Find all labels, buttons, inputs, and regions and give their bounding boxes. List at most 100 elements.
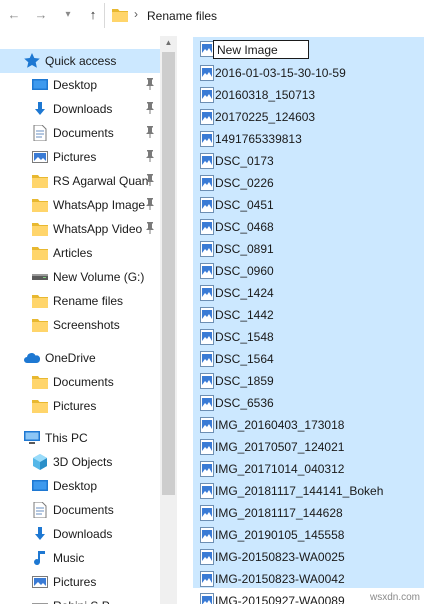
up-arrow-icon[interactable]: ↑: [85, 7, 101, 23]
file-name: 2016-01-03-15-30-10-59: [215, 66, 346, 80]
file-row[interactable]: IMG_20160403_173018: [193, 413, 424, 437]
image-file-icon: [200, 65, 214, 81]
nav-item-screenshots[interactable]: Screenshots: [0, 313, 160, 337]
pin-icon[interactable]: [144, 222, 156, 234]
file-row[interactable]: 20170225_124603: [193, 105, 424, 129]
nav-onedrive-documents[interactable]: Documents: [0, 370, 160, 394]
nav-item-rs-agarwal-quan[interactable]: RS Agarwal Quan: [0, 169, 160, 193]
image-file-icon: [200, 505, 214, 521]
pin-icon[interactable]: [144, 174, 156, 186]
address-field[interactable]: › Rename files: [104, 3, 424, 28]
onedrive-icon: [24, 350, 41, 366]
nav-item-articles[interactable]: Articles: [0, 241, 160, 265]
nav-item-whatsapp-image[interactable]: WhatsApp Image: [0, 193, 160, 217]
file-name: IMG_20181117_144141_Bokeh: [215, 484, 384, 498]
file-row[interactable]: IMG_20181117_144628: [193, 501, 424, 525]
image-file-icon: [200, 571, 214, 587]
nav-this-pc-documents[interactable]: Documents: [0, 498, 160, 522]
nav-item-partial[interactable]: Rohini S P...: [0, 594, 160, 604]
image-file-icon: [200, 307, 214, 323]
file-row[interactable]: DSC_1424: [193, 281, 424, 305]
file-row[interactable]: 2016-01-03-15-30-10-59: [193, 61, 424, 85]
folder-icon: [32, 374, 48, 390]
file-row[interactable]: DSC_0451: [193, 193, 424, 217]
file-row[interactable]: DSC_6536: [193, 391, 424, 415]
nav-item-whatsapp-video[interactable]: WhatsApp Video: [0, 217, 160, 241]
nav-item-label: Quick access: [45, 54, 117, 68]
nav-this-pc-pictures[interactable]: Pictures: [0, 570, 160, 594]
file-row[interactable]: DSC_1564: [193, 347, 424, 371]
file-name: DSC_0891: [215, 242, 274, 256]
file-row[interactable]: DSC_1859: [193, 369, 424, 393]
nav-item-pictures[interactable]: Pictures: [0, 145, 160, 169]
nav-item-desktop[interactable]: Desktop: [0, 73, 160, 97]
nav-item-label: Downloads: [53, 102, 113, 116]
documents-icon: [32, 124, 48, 142]
file-name: DSC_1564: [215, 352, 274, 366]
image-file-icon: [200, 197, 214, 213]
file-row-renaming[interactable]: [193, 37, 424, 61]
scroll-up-icon[interactable]: ▲: [160, 36, 177, 50]
image-file-icon: [200, 285, 214, 301]
nav-item-label: Music: [53, 551, 85, 565]
back-arrow-icon[interactable]: ←: [6, 7, 22, 23]
nav-item-new-volume-g[interactable]: New Volume (G:): [0, 265, 160, 289]
drive-icon: [32, 269, 48, 285]
forward-arrow-icon[interactable]: →: [33, 7, 49, 23]
3d-objects-icon: [32, 454, 48, 470]
file-name: DSC_0226: [215, 176, 274, 190]
nav-onedrive-pictures[interactable]: Pictures: [0, 394, 160, 418]
file-name: IMG_20170507_124021: [215, 440, 345, 454]
nav-item-documents[interactable]: Documents: [0, 121, 160, 145]
file-row[interactable]: DSC_0226: [193, 171, 424, 195]
breadcrumb-current[interactable]: Rename files: [147, 9, 217, 23]
image-file-icon: [200, 549, 214, 565]
nav-this-pc[interactable]: This PC: [0, 426, 160, 450]
nav-this-pc-3d-objects[interactable]: 3D Objects: [0, 450, 160, 474]
image-file-icon: [200, 241, 214, 257]
image-file-icon: [200, 153, 214, 169]
pictures-icon: [32, 149, 48, 165]
file-row[interactable]: DSC_1548: [193, 325, 424, 349]
file-row[interactable]: 20160318_150713: [193, 83, 424, 107]
nav-item-label: Documents: [53, 375, 114, 389]
pin-icon[interactable]: [144, 198, 156, 210]
file-row[interactable]: DSC_0468: [193, 215, 424, 239]
nav-item-label: WhatsApp Image: [53, 198, 146, 212]
file-row[interactable]: IMG_20171014_040312: [193, 457, 424, 481]
image-file-icon: [200, 527, 214, 543]
file-name: 1491765339813: [215, 132, 302, 146]
file-row[interactable]: DSC_0173: [193, 149, 424, 173]
desktop-icon: [32, 77, 48, 93]
nav-this-pc-downloads[interactable]: Downloads: [0, 522, 160, 546]
file-row[interactable]: DSC_0891: [193, 237, 424, 261]
nav-this-pc-music[interactable]: Music: [0, 546, 160, 570]
nav-item-label: This PC: [45, 431, 88, 445]
star-icon: [24, 53, 40, 69]
file-row[interactable]: IMG_20170507_124021: [193, 435, 424, 459]
file-row[interactable]: IMG_20181117_144141_Bokeh: [193, 479, 424, 503]
rename-input[interactable]: [213, 40, 309, 59]
file-name: DSC_1424: [215, 286, 274, 300]
file-row[interactable]: DSC_0960: [193, 259, 424, 283]
nav-item-rename-files[interactable]: Rename files: [0, 289, 160, 313]
recent-locations-chevron-icon[interactable]: ▾: [60, 7, 76, 23]
nav-onedrive[interactable]: OneDrive: [0, 346, 160, 370]
pin-icon[interactable]: [144, 78, 156, 90]
image-file-icon: [200, 461, 214, 477]
file-row[interactable]: IMG-20150823-WA0025: [193, 545, 424, 569]
pin-icon[interactable]: [144, 126, 156, 138]
pin-icon[interactable]: [144, 150, 156, 162]
folder-icon: [32, 293, 48, 309]
scrollbar-thumb[interactable]: [162, 52, 175, 495]
nav-this-pc-desktop[interactable]: Desktop: [0, 474, 160, 498]
file-row[interactable]: IMG_20190105_145558: [193, 523, 424, 547]
file-row[interactable]: IMG-20150823-WA0042: [193, 567, 424, 591]
nav-item-downloads[interactable]: Downloads: [0, 97, 160, 121]
file-row[interactable]: DSC_1442: [193, 303, 424, 327]
pin-icon[interactable]: [144, 102, 156, 114]
downloads-icon: [32, 101, 48, 117]
file-row[interactable]: 1491765339813: [193, 127, 424, 151]
navigation-scrollbar[interactable]: ▲: [160, 36, 177, 604]
nav-quick-access[interactable]: Quick access: [0, 49, 160, 73]
